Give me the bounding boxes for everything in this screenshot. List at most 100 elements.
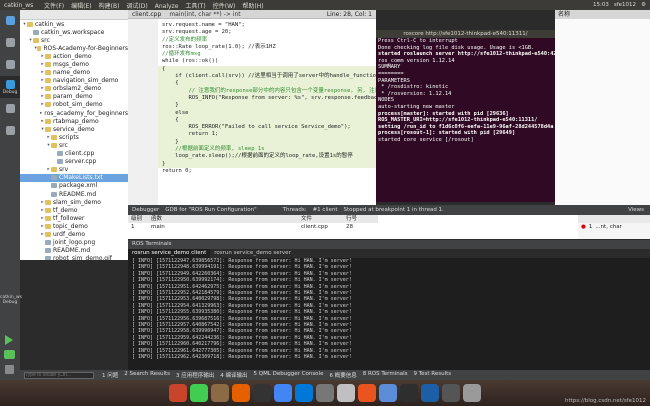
terminal-icon[interactable]: [253, 384, 271, 402]
tree-item[interactable]: ▸ action_demo: [20, 52, 128, 60]
output-tab-0[interactable]: 1 问题: [102, 371, 118, 379]
tree-item[interactable]: ▸ scripts: [20, 133, 128, 141]
tree-item[interactable]: ▾ ROS-Academy-for-Beginners: [20, 44, 128, 52]
mode-button-2[interactable]: [0, 54, 20, 76]
tree-item[interactable]: ▸ name_demo: [20, 69, 128, 77]
settings-icon[interactable]: [316, 384, 334, 402]
clock[interactable]: 15:03: [593, 2, 609, 8]
mode-button-4[interactable]: [0, 98, 20, 120]
qt-creator-icon[interactable]: [190, 384, 208, 402]
code-line[interactable]: while (ros::ok()): [158, 58, 376, 65]
code-line[interactable]: return 0;: [158, 168, 376, 175]
thread-select[interactable]: #1 client: [313, 207, 338, 213]
tree-item[interactable]: README.md: [20, 190, 128, 198]
mode-button-1[interactable]: [0, 32, 20, 54]
roscore-terminal[interactable]: roscore http://sfe1012-thinkpad-e540:113…: [376, 30, 555, 202]
output-tab-3[interactable]: 4 编译输出: [220, 371, 247, 379]
code-line[interactable]: {: [158, 80, 376, 88]
rviz-icon[interactable]: [400, 384, 418, 402]
symbol-selector[interactable]: main(int, char **) -> int: [165, 11, 244, 18]
tree-item[interactable]: ▸ ros_academy_for_beginners: [20, 109, 128, 117]
debug-run-icon[interactable]: [4, 350, 15, 359]
code-line[interactable]: {: [158, 116, 376, 125]
code-line[interactable]: }: [158, 138, 376, 147]
trash-icon[interactable]: [463, 384, 481, 402]
tree-item[interactable]: ▸ param_demo: [20, 93, 128, 101]
menu-item-4[interactable]: Analyze: [155, 3, 179, 10]
tree-item[interactable]: ▸ topic_demo: [20, 222, 128, 230]
breakpoint-row[interactable]: ● 1 ...nt, char: [578, 223, 650, 231]
run-icon[interactable]: [5, 335, 13, 345]
menu-item-3[interactable]: 调试(D): [126, 3, 147, 10]
code-line[interactable]: //定义发布的频率: [158, 37, 376, 44]
output-tab-7[interactable]: 9 Test Results: [413, 371, 451, 379]
tree-item[interactable]: ▾ src: [20, 141, 128, 149]
user-name[interactable]: sfe1012: [614, 2, 636, 8]
file-tab[interactable]: client.cpp: [128, 11, 165, 18]
chevron-right-icon[interactable]: ▸: [40, 111, 42, 116]
tree-item[interactable]: ▸ robot_sim_demo: [20, 101, 128, 109]
col-function[interactable]: 函数: [148, 215, 298, 223]
tree-item[interactable]: README.md: [20, 247, 128, 255]
tree-item[interactable]: ▾ service_demo: [20, 125, 128, 133]
code-line[interactable]: //循环发布msg: [158, 51, 376, 58]
menu-item-5[interactable]: 工具(T): [185, 3, 205, 10]
menu-item-6[interactable]: 控件(W): [213, 3, 236, 10]
mode-button-5[interactable]: [0, 120, 20, 142]
tree-item[interactable]: package.xml: [20, 182, 128, 190]
code-line[interactable]: // 注意我们的response部分中的内容只包含一个变量response, 另…: [158, 87, 376, 95]
chrome-icon[interactable]: [274, 384, 292, 402]
code-line[interactable]: ROS_INFO("Response from server: %s", srv…: [158, 94, 376, 103]
code-line[interactable]: {: [158, 65, 376, 74]
gear-icon[interactable]: ⚙: [641, 2, 646, 8]
tree-item[interactable]: server.cpp: [20, 158, 128, 166]
tree-item[interactable]: ▸ srv: [20, 166, 128, 174]
tree-item[interactable]: catkin_ws.workspace: [20, 28, 128, 36]
tab-server[interactable]: rosrun service_demo server: [210, 249, 295, 258]
terminal-output[interactable]: [ INFO] [1571122947.639856573]: Response…: [128, 258, 650, 361]
code-line[interactable]: return 1;: [158, 131, 376, 139]
code-editor[interactable]: client.cpp main(int, char **) -> int Lin…: [128, 10, 376, 205]
tree-item[interactable]: joint_logo.png: [20, 239, 128, 247]
tree-item[interactable]: ▸ tf_demo: [20, 206, 128, 214]
output-tab-5[interactable]: 6 概要信息: [329, 371, 356, 379]
build-hammer-icon[interactable]: [5, 365, 14, 374]
tree-item[interactable]: ▸ tf_follower: [20, 214, 128, 222]
tab-client[interactable]: rosrun service_demo client: [128, 249, 211, 258]
tree-item[interactable]: ▸ msgs_demo: [20, 60, 128, 68]
col-level[interactable]: 级别: [128, 215, 148, 223]
software-icon[interactable]: [358, 384, 376, 402]
code-line[interactable]: }: [158, 160, 376, 168]
mode-button-0[interactable]: [0, 10, 20, 32]
image-viewer-icon[interactable]: [379, 384, 397, 402]
col-file[interactable]: 文件: [298, 215, 343, 223]
debugger-config-select[interactable]: GDB for "ROS Run Configuration": [165, 207, 256, 213]
code-line[interactable]: ROS_ERROR("Failed to call service Servic…: [158, 124, 376, 132]
menu-item-0[interactable]: 文件(F): [44, 3, 64, 10]
tree-item[interactable]: CMakeLists.txt: [20, 173, 128, 182]
tree-item[interactable]: ▸ rtabmap_demo: [20, 117, 128, 125]
output-tab-1[interactable]: 2 Search Results: [124, 371, 170, 379]
tree-item[interactable]: ▾ src: [20, 36, 128, 44]
menu-item-7[interactable]: 帮助(H): [242, 3, 263, 10]
files-icon[interactable]: [211, 384, 229, 402]
firefox-icon[interactable]: [232, 384, 250, 402]
dash-icon[interactable]: [169, 384, 187, 402]
views-menu[interactable]: Views: [628, 207, 650, 213]
code-line[interactable]: else: [158, 109, 376, 117]
mode-button-3[interactable]: Debug: [0, 76, 20, 98]
locator-input[interactable]: [24, 371, 94, 379]
tree-item[interactable]: ▸ slam_sim_demo: [20, 198, 128, 206]
tree-item[interactable]: client.cpp: [20, 150, 128, 158]
menu-item-2[interactable]: 构建(B): [99, 3, 120, 10]
output-tab-6[interactable]: 8 ROS Terminals: [363, 371, 408, 379]
wireshark-icon[interactable]: [421, 384, 439, 402]
code-line[interactable]: srv.request.name = "HAN";: [158, 22, 376, 29]
code-line[interactable]: if (client.call(srv)) //这里相当于调用了server中的…: [158, 73, 376, 81]
tree-item[interactable]: ▸ orbslam2_demo: [20, 85, 128, 93]
tree-item[interactable]: robot_sim_demo.gif: [20, 255, 128, 260]
tree-item[interactable]: ▸ urdf_demo: [20, 230, 128, 238]
code-line[interactable]: loop_rate.sleep();//根据前面的定义的loop_rate,设置…: [158, 153, 376, 161]
tree-item[interactable]: ▸ navigation_sim_demo: [20, 77, 128, 85]
output-tab-4[interactable]: 5 QML Debugger Console: [254, 371, 324, 379]
